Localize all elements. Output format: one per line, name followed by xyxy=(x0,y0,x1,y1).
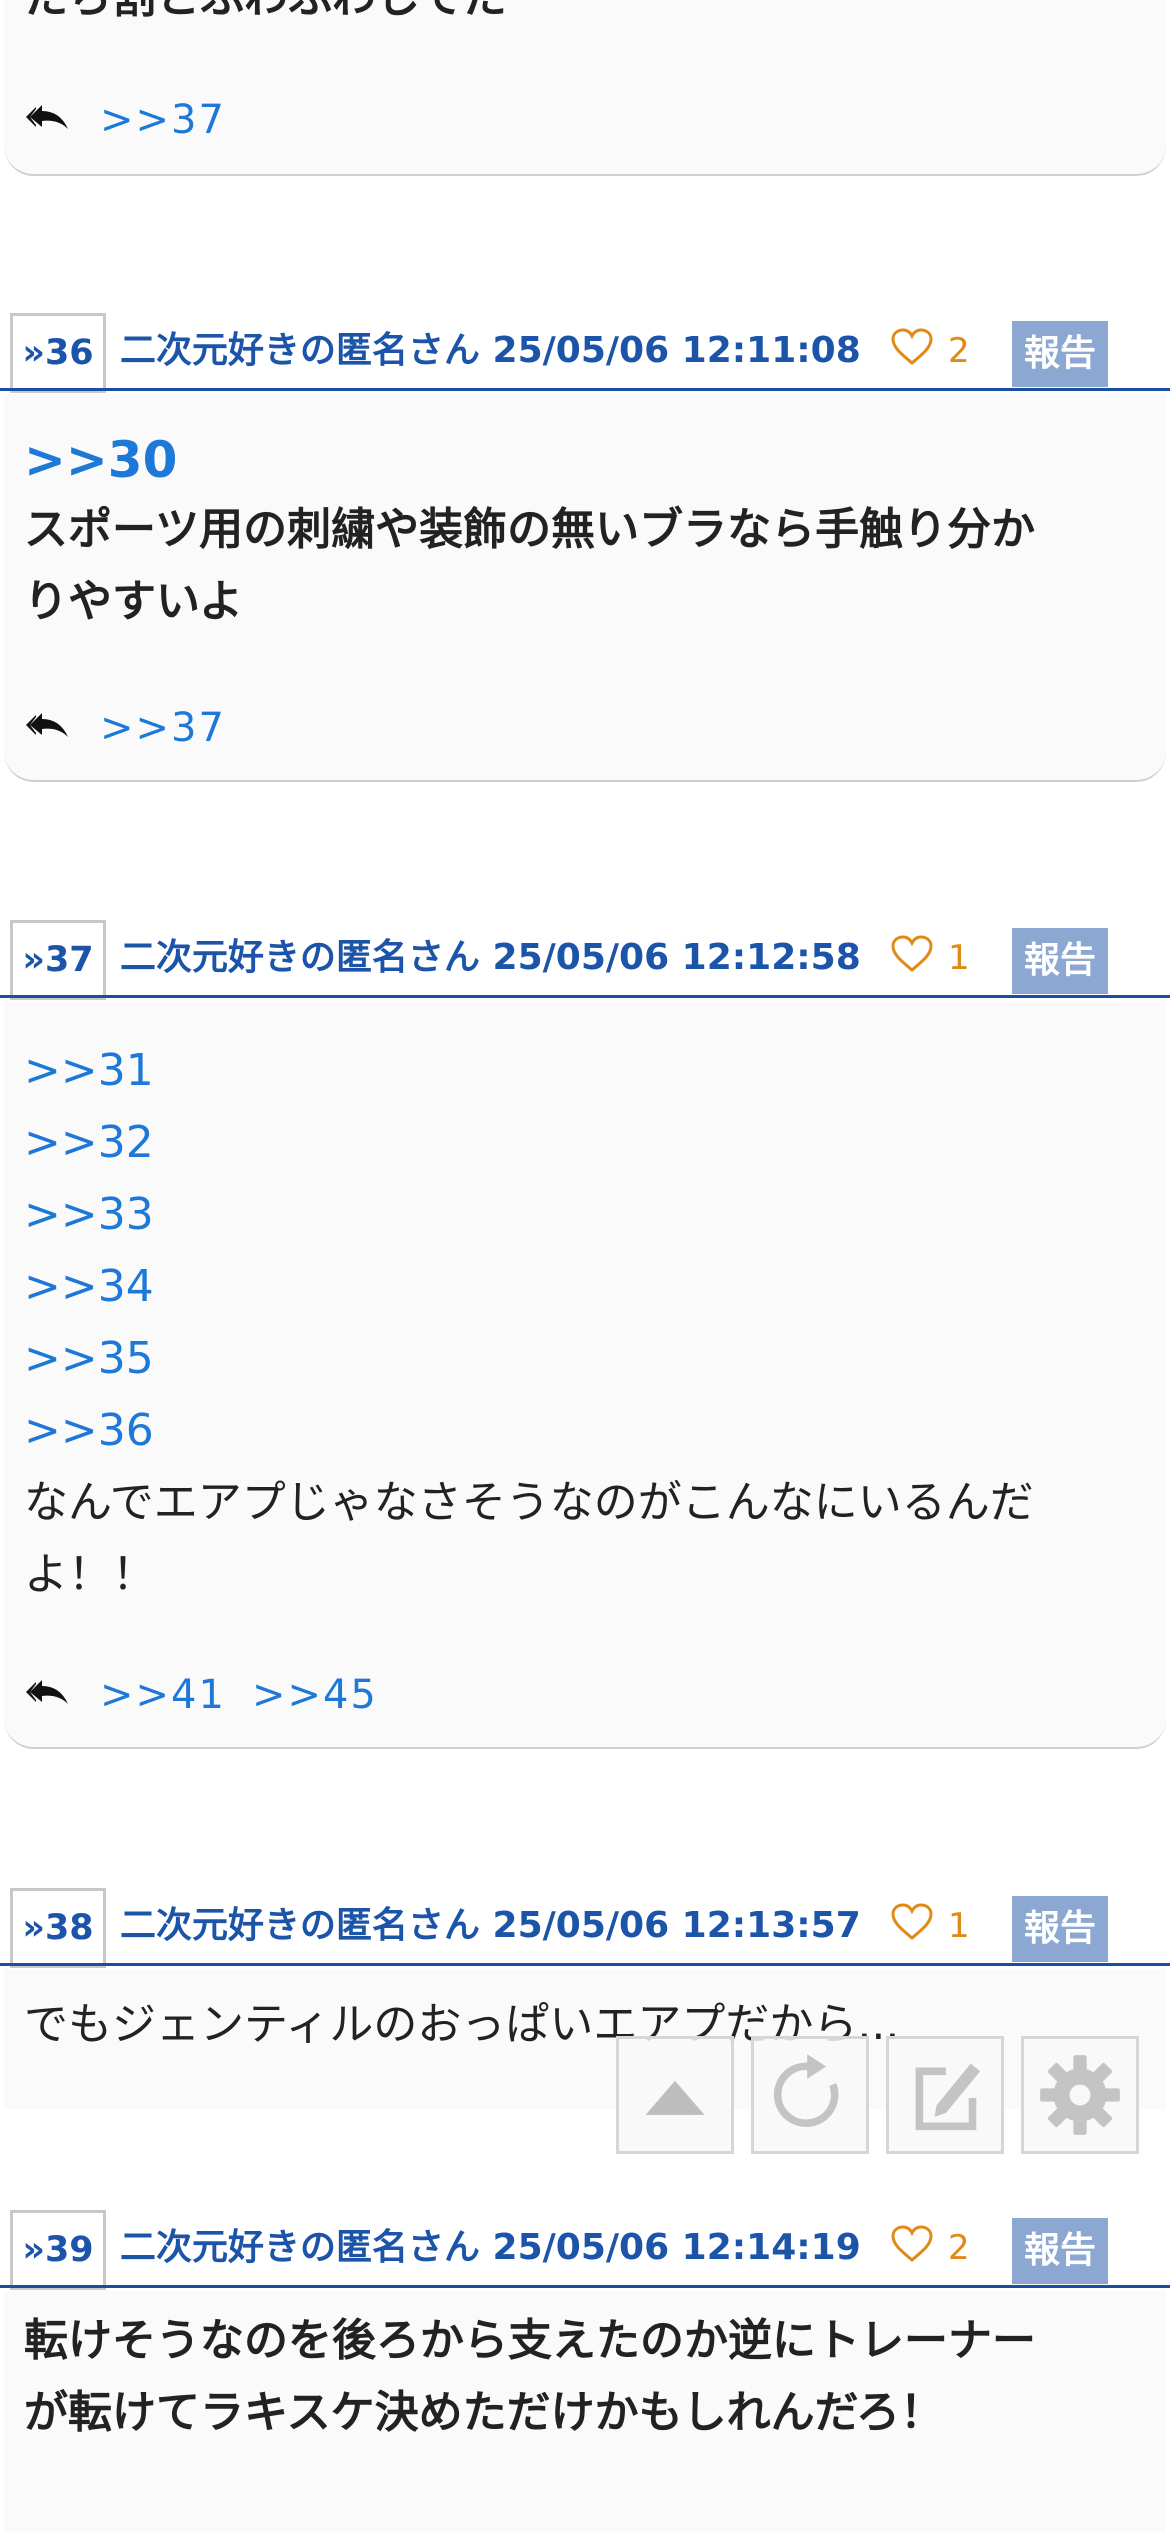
post-anchor[interactable]: >>30 xyxy=(24,424,177,499)
heart-icon xyxy=(890,934,934,983)
post-body-line: スポーツ用の刺繍や装飾の無いブラなら手触り分か xyxy=(24,504,1036,555)
like-count: 2 xyxy=(948,331,970,371)
post-body-line: なんでエアプじゃなさそうなのがこんなにいるんだ xyxy=(24,1477,1034,1528)
like-button[interactable]: 1 xyxy=(890,1886,990,1966)
report-button[interactable]: 報告 xyxy=(1012,2218,1108,2284)
post-body-line: たら割とふわふわしてた xyxy=(24,0,507,34)
reply-link[interactable]: >>37 xyxy=(100,97,226,143)
reply-arrow-icon xyxy=(26,95,72,145)
post-header: »37 二次元好きの匿名さん 25/05/06 12:12:58 1 報告 xyxy=(0,918,1170,1000)
edit-icon xyxy=(915,2063,981,2131)
post-body-line: が転けてラキスケ決めただけかもしれんだろ！ xyxy=(24,2387,945,2438)
reply-list: >>37 xyxy=(26,698,226,758)
settings-button[interactable] xyxy=(1021,2036,1139,2154)
heart-icon xyxy=(890,2224,934,2273)
header-divider xyxy=(0,388,1170,391)
post-card: >>30 スポーツ用の刺繍や装飾の無いブラなら手触り分か りやすいよ >>37 xyxy=(4,394,1166,782)
header-divider xyxy=(0,995,1170,998)
post-body-line: よ！！ xyxy=(24,1549,156,1600)
header-divider xyxy=(0,2285,1170,2288)
report-button[interactable]: 報告 xyxy=(1012,321,1108,387)
post-number[interactable]: »39 xyxy=(10,2210,106,2290)
post-number[interactable]: »37 xyxy=(10,920,106,1000)
post-card: 転けそうなのを後ろから支えたのか逆にトレーナー が転けてラキスケ決めただけかもし… xyxy=(4,2291,1166,2532)
gear-icon xyxy=(1040,2055,1120,2135)
refresh-icon xyxy=(773,2054,839,2127)
report-button[interactable]: 報告 xyxy=(1012,1896,1108,1962)
post-author-date[interactable]: 二次元好きの匿名さん 25/05/06 12:13:57 xyxy=(120,1886,861,1966)
like-button[interactable]: 1 xyxy=(890,918,990,998)
post-author-date[interactable]: 二次元好きの匿名さん 25/05/06 12:14:19 xyxy=(120,2208,861,2288)
post-card-partial: たら割とふわふわしてた >>37 xyxy=(4,0,1166,176)
reply-link[interactable]: >>45 xyxy=(252,1672,378,1718)
post-anchor[interactable]: >>32 xyxy=(24,1107,154,1179)
reply-arrow-icon xyxy=(26,703,72,753)
post-body-line: りやすいよ xyxy=(24,576,244,627)
post-number[interactable]: »36 xyxy=(10,313,106,393)
reply-link[interactable]: >>37 xyxy=(100,705,226,751)
post-anchor[interactable]: >>34 xyxy=(24,1251,154,1323)
post-anchor[interactable]: >>31 xyxy=(24,1035,154,1107)
post-header: »38 二次元好きの匿名さん 25/05/06 12:13:57 1 報告 xyxy=(0,1886,1170,1968)
like-count: 2 xyxy=(948,2228,970,2268)
reply-list: >>37 xyxy=(26,90,226,150)
post-author-date[interactable]: 二次元好きの匿名さん 25/05/06 12:11:08 xyxy=(120,311,861,391)
like-count: 1 xyxy=(948,1906,970,1946)
like-button[interactable]: 2 xyxy=(890,2208,990,2288)
header-divider xyxy=(0,1963,1170,1966)
post-anchor[interactable]: >>35 xyxy=(24,1323,154,1395)
like-button[interactable]: 2 xyxy=(890,311,990,391)
triangle-up-icon xyxy=(645,2080,705,2115)
scroll-top-button[interactable] xyxy=(616,2036,734,2154)
report-button[interactable]: 報告 xyxy=(1012,928,1108,994)
post-header: »36 二次元好きの匿名さん 25/05/06 12:11:08 2 報告 xyxy=(0,311,1170,393)
post-number[interactable]: »38 xyxy=(10,1888,106,1968)
post-card: >>31 >>32 >>33 >>34 >>35 >>36 なんでエアプじゃなさ… xyxy=(4,1001,1166,1749)
post-header: »39 二次元好きの匿名さん 25/05/06 12:14:19 2 報告 xyxy=(0,2208,1170,2290)
reply-arrow-icon xyxy=(26,1670,72,1720)
heart-icon xyxy=(890,1902,934,1951)
post-anchor[interactable]: >>33 xyxy=(24,1179,154,1251)
reply-list: >>41 >>45 xyxy=(26,1665,378,1725)
post-body-line: 転けそうなのを後ろから支えたのか逆にトレーナー xyxy=(24,2315,1036,2366)
like-count: 1 xyxy=(948,938,970,978)
post-author-date[interactable]: 二次元好きの匿名さん 25/05/06 12:12:58 xyxy=(120,918,861,998)
heart-icon xyxy=(890,327,934,376)
reply-link[interactable]: >>41 xyxy=(100,1672,226,1718)
compose-button[interactable] xyxy=(886,2036,1004,2154)
refresh-button[interactable] xyxy=(751,2036,869,2154)
post-anchor[interactable]: >>36 xyxy=(24,1395,154,1467)
